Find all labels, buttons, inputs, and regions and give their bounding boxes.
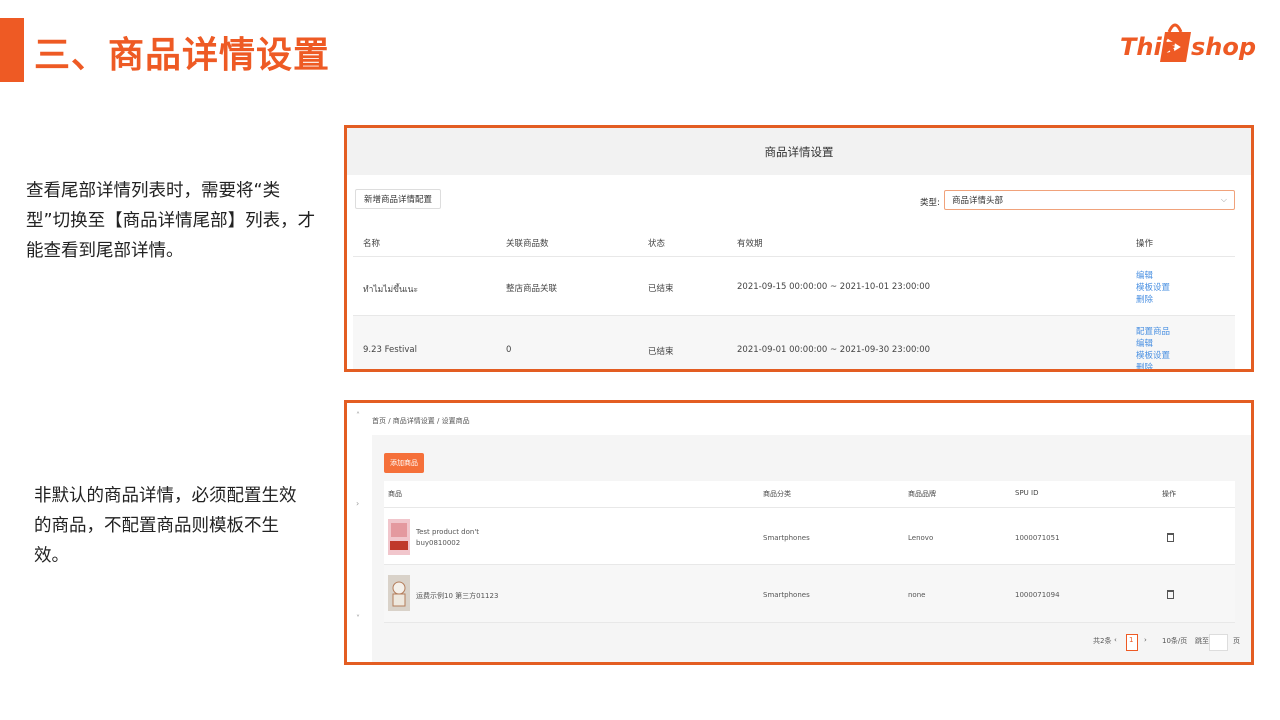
goto-page-input[interactable]: [1209, 634, 1228, 651]
configure-products-screenshot: ˄ › ˅ 首页 / 商品详情设置 / 设置商品 添加商品 商品 商品分类 商品…: [344, 400, 1254, 665]
page-unit-label: 页: [1233, 637, 1240, 645]
row-divider: [384, 622, 1235, 623]
slide-title: 三、商品详情设置: [34, 35, 331, 76]
title-accent-bar: [0, 18, 24, 82]
slide: 三、商品详情设置 This shop 查看尾部详情列表时，需要将“类型”切换至【…: [0, 0, 1280, 720]
row-name: ทำไมไม่ขึ้นเนะ: [363, 285, 419, 295]
product-name: Test product don't buy0810002: [416, 528, 479, 547]
column-header-category: 商品分类: [763, 490, 791, 498]
chevron-down-icon: ⌵: [1220, 195, 1227, 204]
delete-link[interactable]: 删除: [1136, 361, 1153, 369]
detail-settings-screenshot: 商品详情设置 新增商品详情配置 类型: 商品详情头部 ⌵ 名称 关联商品数 状态…: [344, 125, 1254, 372]
edit-link[interactable]: 编辑: [1136, 269, 1153, 281]
column-header-name: 名称: [363, 239, 381, 249]
column-header-brand: 商品品牌: [908, 490, 936, 498]
product-name: 运费示例10 第三方01123: [416, 592, 499, 600]
row-validity: 2021-09-15 00:00:00 ~ 2021-10-01 23:00:0…: [737, 282, 931, 292]
header-divider: [384, 507, 1235, 508]
page-1-label: 1: [1129, 636, 1134, 644]
add-detail-config-button[interactable]: 新增商品详情配置: [355, 189, 442, 209]
delete-icon[interactable]: [1167, 533, 1174, 542]
product-thumbnail: [388, 575, 410, 611]
edit-link[interactable]: 编辑: [1136, 337, 1153, 349]
column-header-status: 状态: [648, 239, 666, 249]
product-category: Smartphones: [763, 591, 810, 599]
breadcrumb: 首页 / 商品详情设置 / 设置商品: [372, 417, 470, 425]
note-tail-details: 查看尾部详情列表时，需要将“类型”切换至【商品详情尾部】列表，才能查看到尾部详情…: [26, 181, 316, 261]
prev-page-icon[interactable]: ‹: [1114, 636, 1117, 644]
column-header-validity: 有效期: [737, 239, 763, 249]
type-select[interactable]: 商品详情头部 ⌵: [944, 190, 1235, 210]
product-thumbnail: [388, 519, 410, 555]
column-header-actions: 操作: [1162, 490, 1176, 498]
configure-products-link[interactable]: 配置商品: [1136, 325, 1170, 337]
sidebar-collapsed: ˄ › ˅: [347, 403, 371, 662]
note-configure-products: 非默认的商品详情，必须配置生效的商品，不配置商品则模板不生效。: [34, 486, 297, 566]
page-size-select[interactable]: 10条/页: [1162, 636, 1187, 646]
column-header-spu-id: SPU ID: [1015, 489, 1039, 497]
add-product-button[interactable]: 添加商品: [384, 453, 424, 473]
chevron-down-icon[interactable]: ˅: [356, 614, 360, 623]
chevron-right-icon[interactable]: ›: [356, 499, 359, 508]
row-validity: 2021-09-01 00:00:00 ~ 2021-09-30 23:00:0…: [737, 345, 931, 355]
table-row: [353, 316, 1235, 369]
svg-text:This: This: [1120, 33, 1176, 61]
next-page-icon[interactable]: ›: [1144, 636, 1147, 644]
header-divider: [353, 256, 1235, 257]
product-spu-id: 1000071094: [1015, 591, 1060, 599]
product-brand: Lenovo: [908, 534, 934, 542]
template-settings-link[interactable]: 模板设置: [1136, 349, 1170, 361]
type-select-value: 商品详情头部: [952, 196, 1004, 206]
pager-total: 共2条: [1093, 637, 1112, 645]
thisshop-logo: This shop: [1120, 18, 1265, 70]
delete-icon[interactable]: [1167, 590, 1174, 599]
row-count: 整店商品关联: [506, 284, 558, 294]
product-category: Smartphones: [763, 534, 810, 542]
chevron-up-icon[interactable]: ˄: [356, 411, 360, 420]
row-count: 0: [506, 345, 512, 355]
template-settings-link[interactable]: 模板设置: [1136, 281, 1170, 293]
column-header-count: 关联商品数: [506, 239, 549, 249]
delete-link[interactable]: 删除: [1136, 293, 1153, 305]
product-brand: none: [908, 591, 926, 599]
column-header-product: 商品: [388, 490, 402, 498]
product-spu-id: 1000071051: [1015, 534, 1060, 542]
column-header-actions: 操作: [1136, 239, 1154, 249]
row-name: 9.23 Festival: [363, 345, 418, 355]
row-status: 已结束: [648, 284, 674, 294]
goto-label: 跳至: [1195, 637, 1209, 645]
svg-text:shop: shop: [1191, 33, 1256, 61]
page-header: 商品详情设置: [347, 128, 1251, 175]
type-label: 类型:: [920, 198, 940, 208]
row-status: 已结束: [648, 347, 674, 357]
